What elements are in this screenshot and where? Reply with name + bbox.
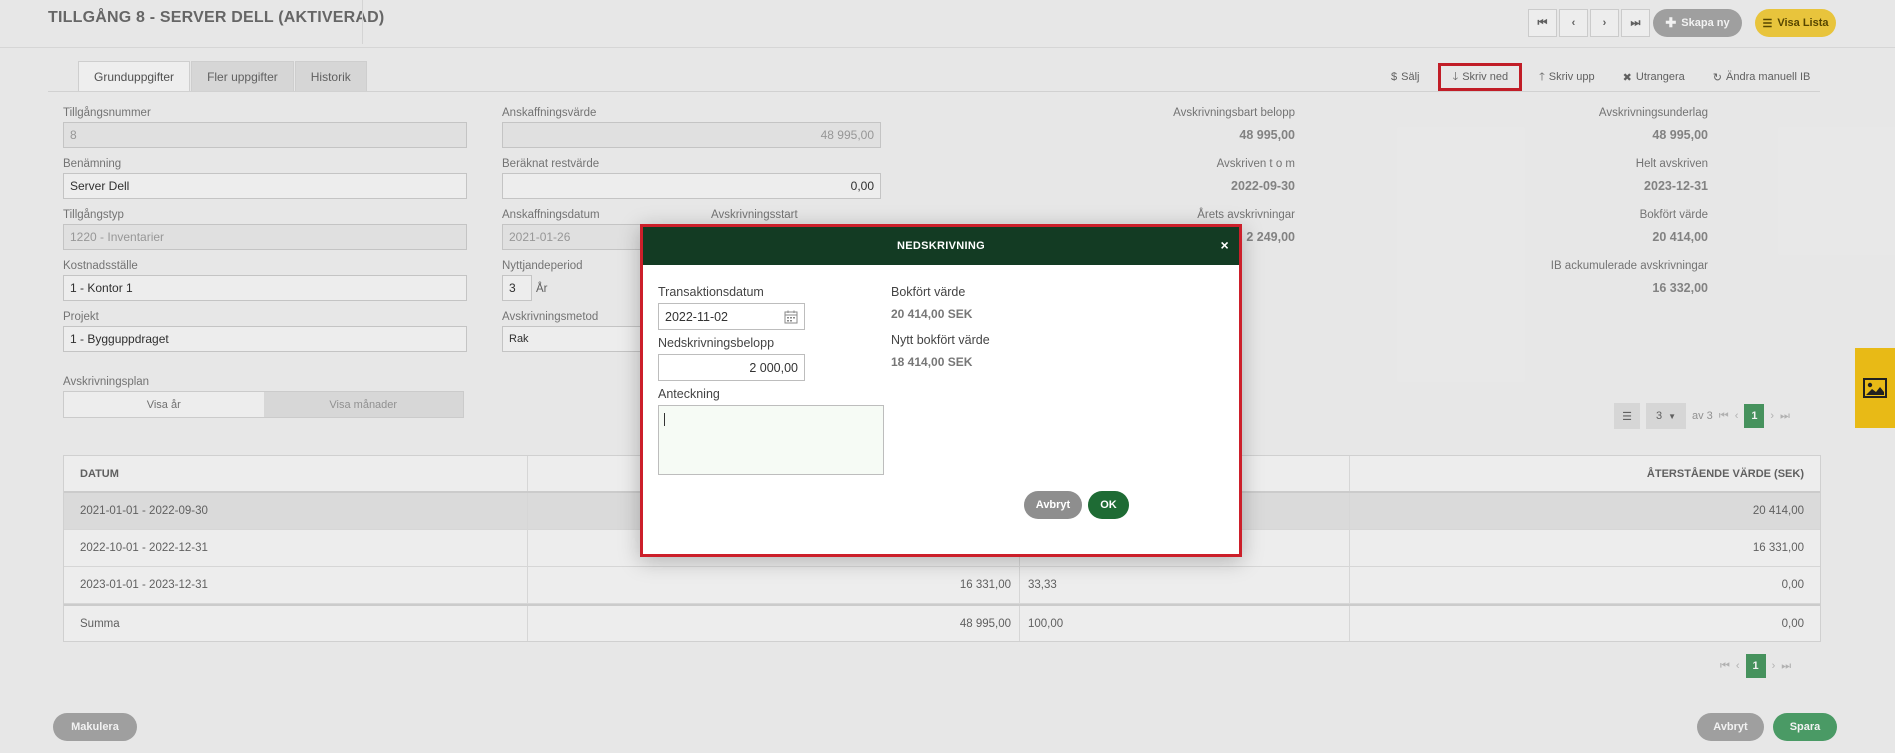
write-down-modal: NEDSKRIVNING × Transaktionsdatum 2022-11… xyxy=(640,224,1242,557)
modal-ok-button[interactable]: OK xyxy=(1088,491,1129,519)
text-cursor xyxy=(664,413,665,426)
book-value-amount: 20 414,00 SEK xyxy=(891,307,973,321)
transaction-date-label: Transaktionsdatum xyxy=(658,285,764,299)
new-book-value-label: Nytt bokfört värde xyxy=(891,333,990,347)
book-value-label: Bokfört värde xyxy=(891,285,966,299)
amount-field[interactable]: 2 000,00 xyxy=(658,354,805,381)
transaction-date-value: 2022-11-02 xyxy=(665,309,729,324)
amount-label: Nedskrivningsbelopp xyxy=(658,336,775,350)
modal-header: NEDSKRIVNING × xyxy=(643,227,1239,265)
close-icon[interactable]: × xyxy=(1221,238,1229,252)
calendar-icon[interactable] xyxy=(784,310,798,324)
transaction-date-field[interactable]: 2022-11-02 xyxy=(658,303,805,330)
note-label: Anteckning xyxy=(658,387,720,401)
modal-cancel-button[interactable]: Avbryt xyxy=(1024,491,1082,519)
note-textarea[interactable] xyxy=(658,405,884,475)
new-book-value-amount: 18 414,00 SEK xyxy=(891,355,973,369)
asset-page: TILLGÅNG 8 - SERVER DELL (AKTIVERAD) ⏮ ‹… xyxy=(0,0,1895,753)
modal-title: NEDSKRIVNING xyxy=(897,240,985,252)
